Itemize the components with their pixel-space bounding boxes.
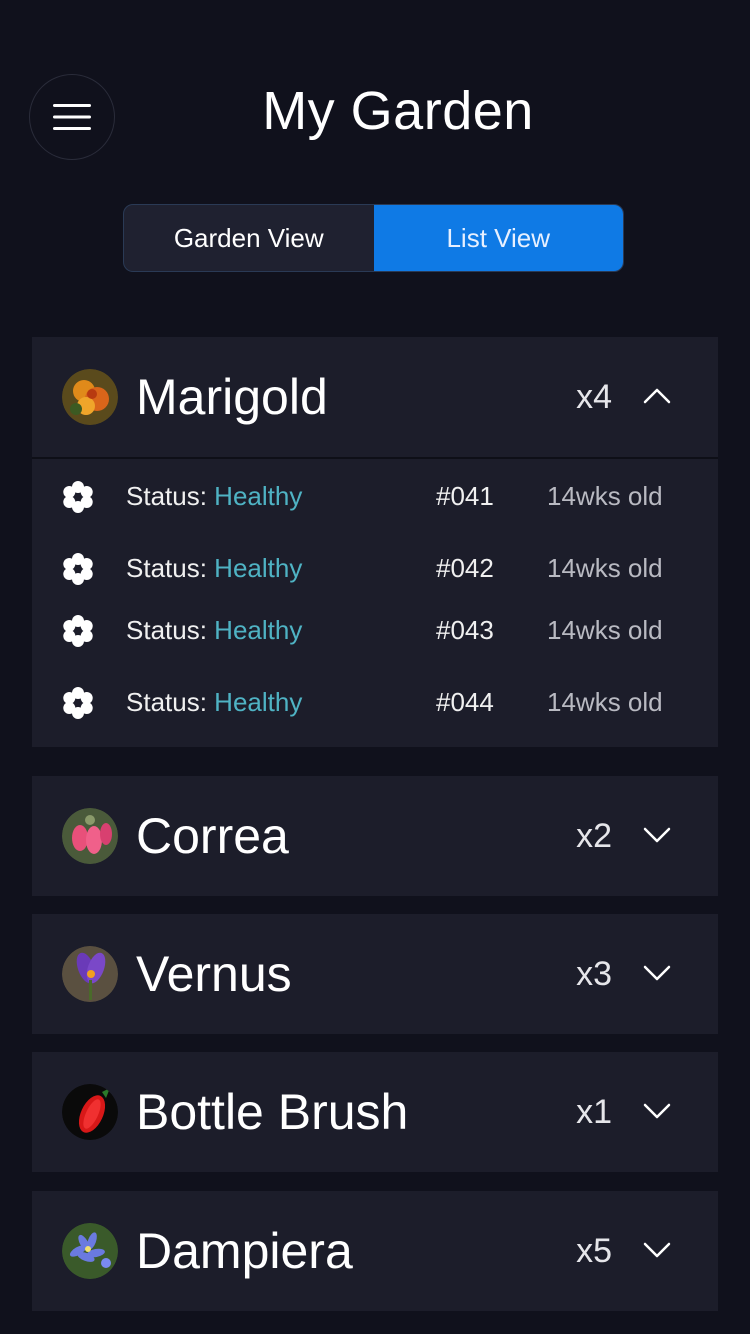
plant-card-header[interactable]: Dampiera x5	[32, 1191, 718, 1311]
status-text: Status: Healthy	[126, 615, 303, 645]
flower-icon	[63, 481, 93, 513]
marigold-thumbnail	[62, 369, 118, 425]
plant-card-vernus: Vernus x3	[32, 914, 718, 1034]
bottle-brush-thumbnail	[62, 1084, 118, 1140]
instance-list: Status: Healthy #041 14wks old Status: H…	[32, 461, 718, 747]
status-text: Status: Healthy	[126, 553, 303, 583]
plant-age: 14wks old	[547, 615, 663, 645]
divider	[32, 457, 718, 459]
plant-card-marigold: Marigold x4 Status: Healthy #041 14wks o…	[32, 337, 718, 747]
plant-name: Bottle Brush	[136, 1084, 409, 1140]
dampiera-thumbnail	[62, 1223, 118, 1279]
list-item[interactable]: Status: Healthy #041 14wks old	[32, 461, 718, 529]
plant-card-dampiera: Dampiera x5	[32, 1191, 718, 1311]
status-value: Healthy	[214, 687, 303, 717]
plant-age: 14wks old	[547, 481, 663, 511]
list-item[interactable]: Status: Healthy #043 14wks old	[32, 595, 718, 663]
page-title: My Garden	[262, 81, 534, 141]
list-item[interactable]: Status: Healthy #042 14wks old	[32, 533, 718, 601]
flower-icon	[63, 615, 93, 647]
status-text: Status: Healthy	[126, 481, 303, 511]
plant-name: Correa	[136, 808, 289, 864]
plant-id: #042	[436, 553, 494, 583]
plant-card-correa: Correa x2	[32, 776, 718, 896]
flower-icon	[63, 687, 93, 719]
garden-view-tab[interactable]: Garden View	[124, 205, 374, 271]
chevron-down-icon[interactable]	[642, 958, 672, 988]
plant-age: 14wks old	[547, 687, 663, 717]
status-text: Status: Healthy	[126, 687, 303, 717]
status-value: Healthy	[214, 481, 303, 511]
plant-name: Dampiera	[136, 1223, 353, 1279]
plant-id: #041	[436, 481, 494, 511]
plant-age: 14wks old	[547, 553, 663, 583]
plant-card-header[interactable]: Correa x2	[32, 776, 718, 896]
plant-name: Vernus	[136, 946, 292, 1002]
view-toggle: Garden View List View	[123, 204, 624, 272]
plant-count: x5	[576, 1232, 612, 1270]
plant-count: x4	[576, 378, 612, 416]
plant-card-header[interactable]: Bottle Brush x1	[32, 1052, 718, 1172]
plant-count: x3	[576, 955, 612, 993]
flower-icon	[63, 553, 93, 585]
chevron-up-icon[interactable]	[642, 381, 672, 411]
chevron-down-icon[interactable]	[642, 1096, 672, 1126]
list-view-tab[interactable]: List View	[373, 205, 623, 271]
vernus-thumbnail	[62, 946, 118, 1002]
status-value: Healthy	[214, 615, 303, 645]
plant-id: #043	[436, 615, 494, 645]
list-item[interactable]: Status: Healthy #044 14wks old	[32, 667, 718, 735]
chevron-down-icon[interactable]	[642, 820, 672, 850]
correa-thumbnail	[62, 808, 118, 864]
chevron-down-icon[interactable]	[642, 1235, 672, 1265]
plant-id: #044	[436, 687, 494, 717]
plant-card-header[interactable]: Vernus x3	[32, 914, 718, 1034]
plant-count: x2	[576, 817, 612, 855]
plant-card-bottle-brush: Bottle Brush x1	[32, 1052, 718, 1172]
plant-count: x1	[576, 1093, 612, 1131]
plant-name: Marigold	[136, 369, 328, 425]
status-value: Healthy	[214, 553, 303, 583]
plant-card-header[interactable]: Marigold x4	[32, 337, 718, 457]
